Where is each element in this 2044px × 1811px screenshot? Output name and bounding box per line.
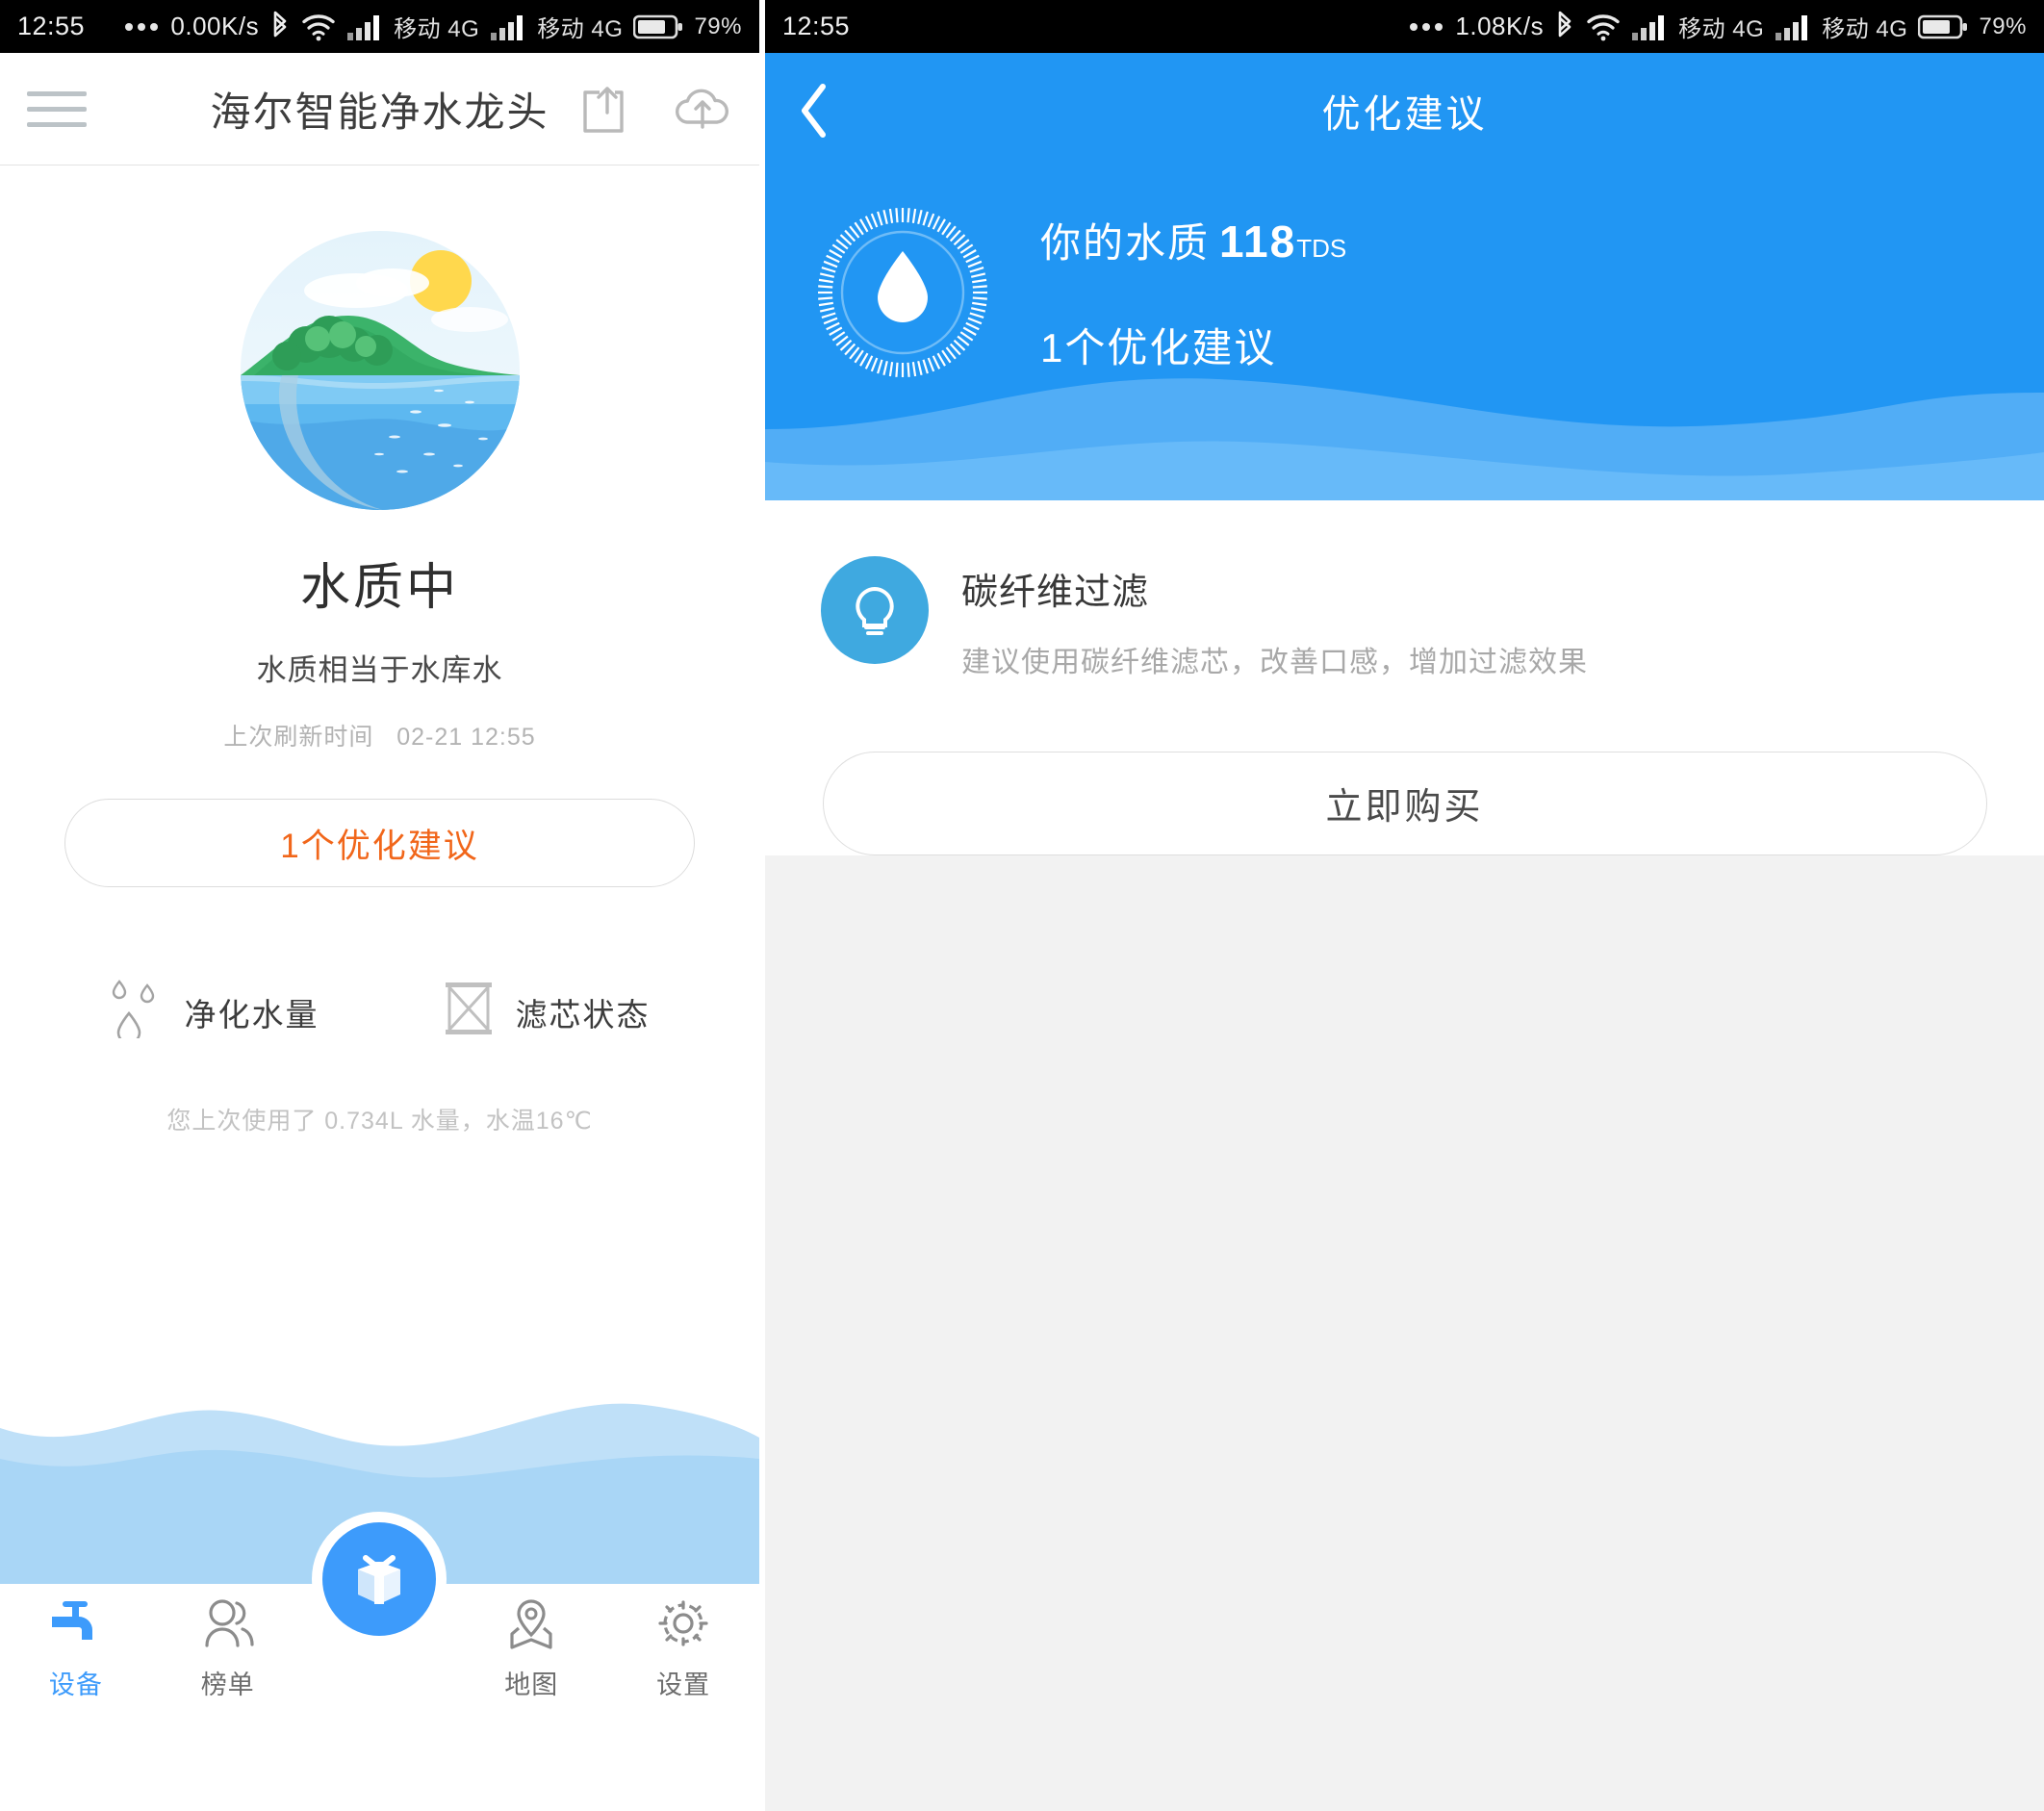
bluetooth-icon (1554, 11, 1575, 43)
tds-unit: TDS (1296, 234, 1347, 263)
tds-value-line: 你的水质 118TDS (1040, 211, 1346, 269)
status-time: 12:55 (782, 12, 851, 40)
bottom-tab-bar: 设备 榜单 地图 设置 (0, 1522, 759, 1697)
left-app-header: 海尔智能净水龙头 (0, 53, 759, 166)
gift-icon[interactable] (322, 1522, 437, 1636)
refresh-value: 02-21 12:55 (396, 724, 536, 751)
status-battery-percent: 79% (694, 13, 742, 39)
wave-decoration (765, 337, 2044, 500)
right-app-header: 优化建议 (765, 53, 2044, 168)
metrics-row: 净化水量 滤芯状态 (0, 979, 759, 1046)
wifi-icon (1586, 13, 1621, 41)
tab-ranking[interactable]: 榜单 (152, 1584, 304, 1697)
cloud-upload-icon[interactable] (673, 81, 732, 138)
tab-label: 榜单 (200, 1671, 255, 1697)
status-carrier-2: 移动 4G (1822, 16, 1908, 42)
wifi-icon (301, 13, 336, 41)
status-time: 12:55 (17, 12, 86, 40)
filter-hourglass-icon (443, 980, 495, 1045)
status-carrier-2: 移动 4G (537, 16, 624, 42)
tab-label: 设备 (48, 1671, 103, 1697)
water-drop-icon (110, 979, 164, 1046)
signal-bars-icon-2 (490, 13, 526, 41)
signal-bars-icon (346, 13, 383, 41)
lightbulb-icon (821, 555, 929, 664)
status-dots-icon (125, 22, 159, 31)
page-title: 优化建议 (1321, 93, 1488, 136)
status-network-speed: 0.00K/s (170, 12, 260, 40)
battery-icon (1918, 13, 1968, 40)
tab-settings[interactable]: 设置 (607, 1584, 759, 1697)
signal-bars-icon-2 (1775, 13, 1811, 41)
gear-icon (655, 1597, 711, 1654)
tab-device[interactable]: 设备 (0, 1584, 152, 1697)
refresh-label: 上次刷新时间 (223, 724, 374, 751)
left-status-bar: 12:55 0.00K/s 移动 4G 移动 4G 79% (0, 0, 759, 53)
right-phone-screen: 12:55 1.08K/s 移动 4G 移动 4G 79% 优化建议 你的水质 … (765, 0, 2044, 1811)
recommendation-title: 碳纤维过滤 (961, 572, 1150, 613)
left-main-body: 水质中 水质相当于水库水 上次刷新时间 02-21 12:55 1个优化建议 净… (0, 166, 759, 1697)
last-usage-text: 您上次使用了 0.734L 水量，水温16℃ (166, 1108, 593, 1135)
screenshot-stage: 12:55 0.00K/s 移动 4G 移动 4G 79% 海尔智能净水龙头 水… (0, 0, 2044, 1811)
battery-icon (633, 13, 683, 40)
water-quality-illustration (240, 231, 520, 510)
water-quality-subtitle: 水质相当于水库水 (256, 653, 503, 687)
status-network-speed: 1.08K/s (1455, 12, 1545, 40)
signal-bars-icon (1631, 13, 1668, 41)
tds-panel: 优化建议 你的水质 118TDS 1个优化建议 (765, 53, 2044, 500)
tds-value: 118 (1219, 217, 1297, 267)
metric-label: 滤芯状态 (515, 997, 651, 1033)
bluetooth-icon (269, 11, 291, 43)
left-phone-screen: 12:55 0.00K/s 移动 4G 移动 4G 79% 海尔智能净水龙头 水… (0, 0, 759, 1811)
status-carrier: 移动 4G (394, 16, 480, 42)
status-dots-icon (1410, 22, 1444, 31)
last-refresh-time: 上次刷新时间 02-21 12:55 (0, 718, 759, 752)
recommendation-card: 碳纤维过滤 建议使用碳纤维滤芯，改善口感，增加过滤效果 立即购买 (765, 499, 2044, 855)
tab-map[interactable]: 地图 (455, 1584, 607, 1697)
metric-purified-volume[interactable]: 净化水量 (110, 979, 319, 1046)
status-battery-percent: 79% (1979, 13, 2027, 39)
status-carrier: 移动 4G (1678, 16, 1765, 42)
optimization-advice-button[interactable]: 1个优化建议 (64, 799, 695, 887)
metric-label: 净化水量 (184, 997, 319, 1033)
right-empty-area (765, 854, 2044, 1811)
tab-label: 地图 (504, 1671, 559, 1697)
water-quality-title: 水质中 (299, 560, 459, 616)
buy-now-button[interactable]: 立即购买 (822, 751, 1987, 855)
chevron-left-icon[interactable] (798, 83, 854, 139)
map-pin-icon (503, 1597, 559, 1654)
tab-label: 设置 (656, 1671, 711, 1697)
faucet-icon (48, 1597, 104, 1654)
hamburger-icon[interactable] (27, 90, 87, 127)
people-icon (200, 1597, 256, 1654)
recommendation-desc: 建议使用碳纤维滤芯，改善口感，增加过滤效果 (961, 646, 1588, 678)
right-status-bar: 12:55 1.08K/s 移动 4G 移动 4G 79% (765, 0, 2044, 53)
share-icon[interactable] (578, 80, 634, 139)
metric-filter-status[interactable]: 滤芯状态 (443, 979, 651, 1046)
recommendation-row[interactable]: 碳纤维过滤 建议使用碳纤维滤芯，改善口感，增加过滤效果 (765, 555, 2044, 680)
tds-label: 你的水质 (1040, 220, 1211, 266)
